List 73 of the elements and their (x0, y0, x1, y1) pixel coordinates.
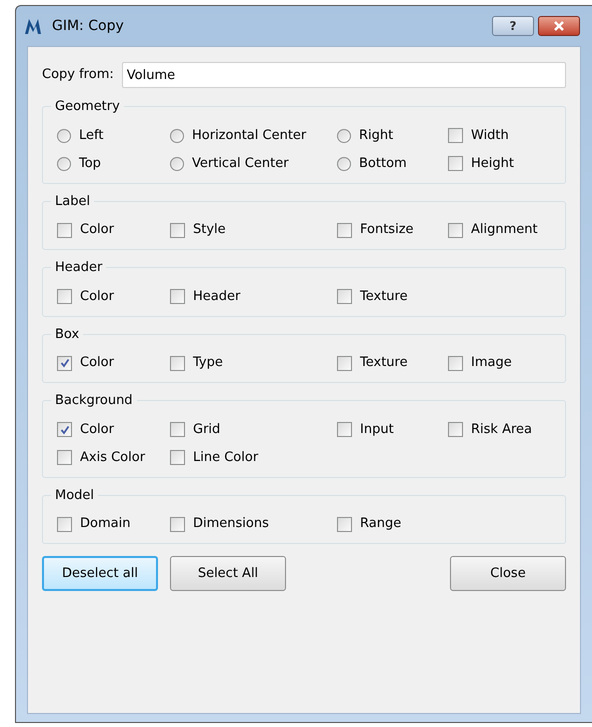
option-label: Color (80, 354, 114, 372)
checkbox[interactable] (337, 289, 352, 304)
option-label: Input (360, 420, 394, 439)
radio-button[interactable] (337, 156, 351, 170)
option-label: Range (360, 515, 402, 534)
checkbox[interactable] (57, 422, 72, 437)
checkbox[interactable] (170, 422, 185, 437)
field-label: Copy from: (42, 66, 114, 84)
option-label: Horizontal Center (192, 126, 306, 145)
copy-from-field[interactable]: Volume (122, 62, 566, 88)
radio-button[interactable] (337, 128, 351, 142)
option-label: Type (193, 354, 223, 372)
checkbox[interactable] (170, 516, 185, 532)
option-label: Color (80, 288, 114, 306)
option-label: Alignment (471, 221, 538, 240)
option-label: Texture (360, 288, 408, 306)
checkbox[interactable] (337, 422, 352, 437)
checkbox[interactable] (57, 450, 72, 465)
checkbox[interactable] (337, 356, 352, 370)
option-label: Risk Area (471, 420, 532, 439)
option-label: Vertical Center (192, 154, 289, 173)
checkbox[interactable] (170, 356, 185, 370)
option-label: Header (193, 288, 240, 306)
checkbox[interactable] (57, 222, 72, 238)
checkbox[interactable] (170, 450, 185, 465)
check-icon (60, 358, 70, 368)
option-label: Height (471, 154, 514, 173)
checkbox[interactable] (448, 156, 463, 171)
checkbox[interactable] (448, 356, 463, 370)
checkbox[interactable] (448, 128, 463, 143)
option-label: Left (79, 126, 104, 145)
group-title: Background (54, 392, 134, 410)
option-label: Width (471, 126, 509, 145)
checkbox[interactable] (57, 356, 72, 370)
option-label: Top (79, 154, 101, 173)
option-label: Texture (360, 354, 408, 372)
radio-button[interactable] (170, 128, 184, 142)
close-button[interactable] (538, 16, 580, 36)
dialog-button[interactable]: Select All (170, 556, 286, 591)
dialog-button[interactable]: Deselect all (42, 556, 158, 591)
option-label: Color (80, 420, 114, 439)
window-title: GIM: Copy (52, 16, 124, 36)
group-title: Label (54, 192, 92, 210)
checkbox[interactable] (57, 289, 72, 304)
option-label: Image (471, 354, 512, 372)
group-title: Header (54, 259, 104, 277)
help-button[interactable]: ? (492, 16, 534, 36)
option-label: Axis Color (80, 448, 146, 467)
option-label: Bottom (359, 154, 407, 173)
group-title: Model (54, 486, 96, 504)
option-label: Right (359, 126, 394, 145)
checkbox[interactable] (337, 222, 352, 238)
checkbox[interactable] (57, 516, 72, 532)
option-label: Line Color (193, 448, 258, 467)
close-icon (553, 21, 565, 31)
radio-button[interactable] (57, 128, 71, 142)
check-icon (60, 424, 70, 434)
option-label: Style (193, 221, 226, 240)
radio-button[interactable] (57, 156, 71, 170)
option-label: Color (80, 221, 114, 240)
group-title: Box (54, 326, 80, 344)
dialog-button[interactable]: Close (450, 556, 566, 591)
checkbox[interactable] (448, 222, 463, 238)
option-label: Fontsize (360, 221, 414, 240)
checkbox[interactable] (170, 289, 185, 304)
option-label: Dimensions (193, 515, 269, 534)
group-title: Geometry (54, 98, 121, 116)
option-label: Domain (80, 515, 130, 534)
checkbox[interactable] (448, 422, 463, 437)
option-label: Grid (193, 420, 220, 439)
radio-button[interactable] (170, 156, 184, 170)
checkbox[interactable] (170, 222, 185, 238)
checkbox[interactable] (337, 516, 352, 532)
